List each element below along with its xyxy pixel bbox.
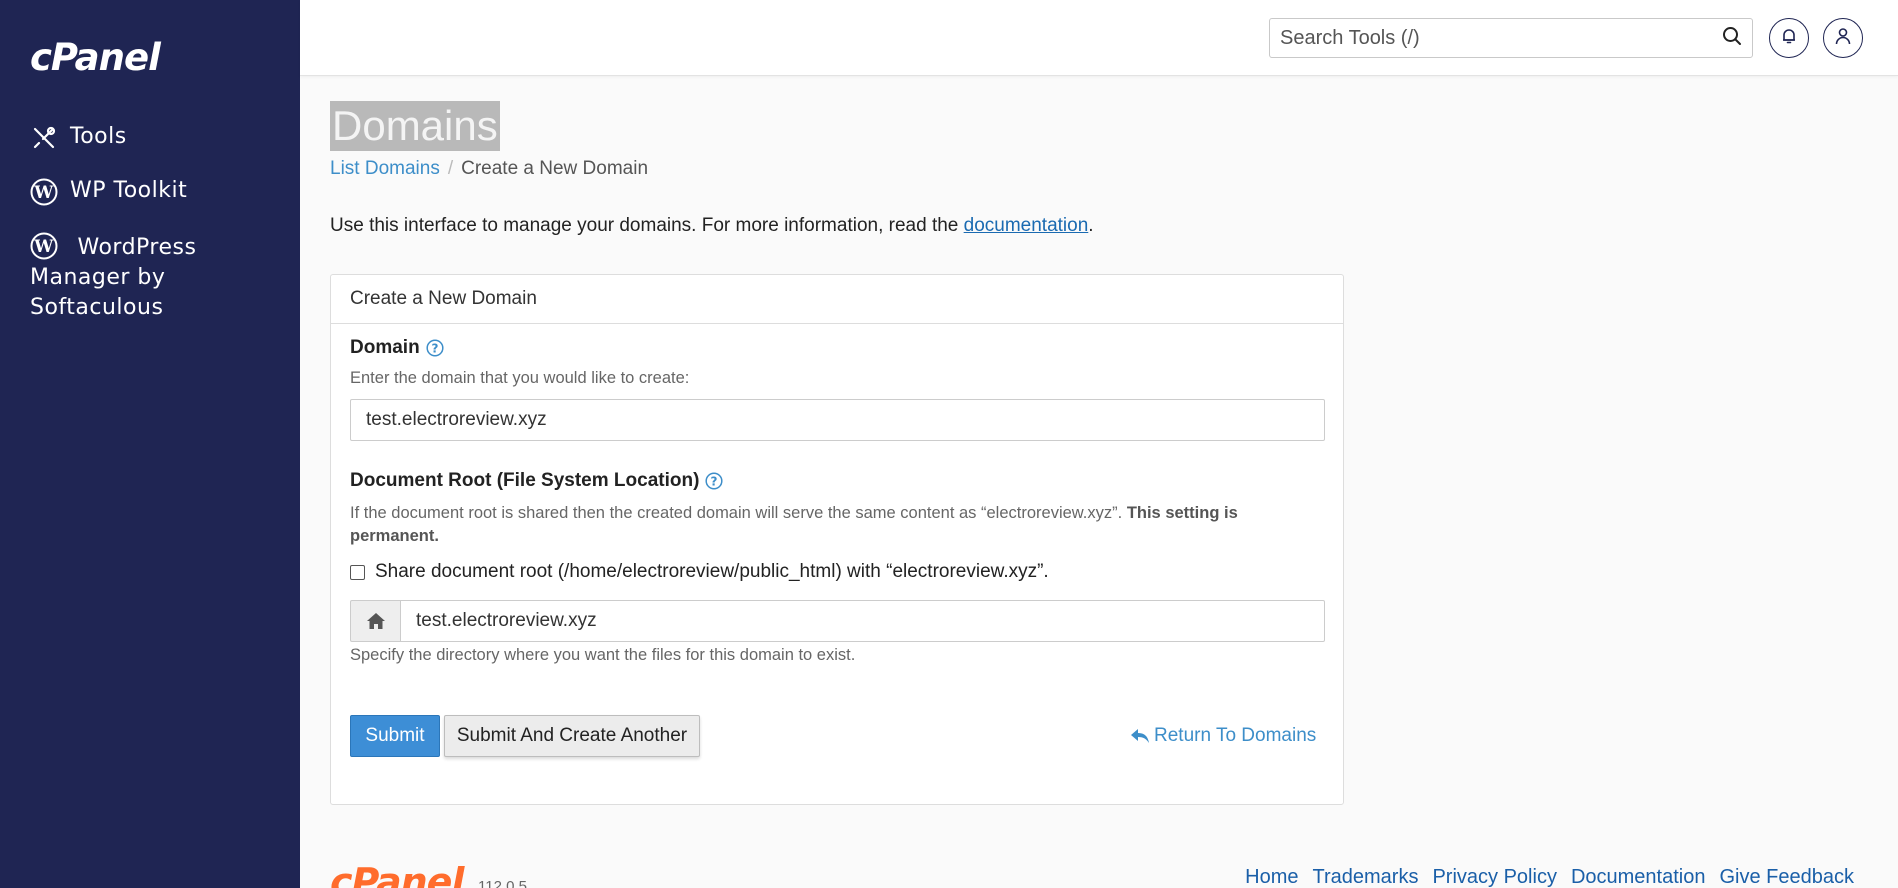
intro-description: Use this interface to manage your domain…: [330, 215, 964, 236]
document-root-label-text: Document Root (File System Location): [350, 470, 700, 491]
domain-label: Domain ?: [350, 337, 444, 359]
submit-and-create-another-button[interactable]: Submit And Create Another: [444, 715, 700, 757]
user-menu-button[interactable]: [1823, 18, 1863, 58]
footer-link-give-feedback[interactable]: Give Feedback: [1719, 866, 1854, 888]
footer-link-documentation[interactable]: Documentation: [1571, 866, 1706, 888]
document-root-input[interactable]: [400, 600, 1325, 642]
svg-text:?: ?: [711, 475, 718, 489]
search-input[interactable]: [1280, 26, 1722, 50]
bell-icon: [1780, 27, 1798, 49]
document-root-hint: If the document root is shared then the …: [350, 502, 1325, 548]
top-header: [300, 0, 1898, 76]
wordpress-icon: W: [30, 232, 58, 260]
svg-text:?: ?: [431, 342, 438, 356]
share-document-root-checkbox[interactable]: [350, 564, 365, 580]
footer-link-trademarks[interactable]: Trademarks: [1313, 866, 1419, 888]
documentation-link[interactable]: documentation: [964, 215, 1089, 236]
sidebar-item-label: Tools: [70, 124, 127, 149]
breadcrumb-list-domains-link[interactable]: List Domains: [330, 158, 440, 179]
intro-suffix: .: [1088, 215, 1094, 236]
return-to-domains-label: Return To Domains: [1154, 725, 1317, 746]
breadcrumb-separator: /: [447, 158, 454, 179]
notifications-button[interactable]: [1769, 18, 1809, 58]
search-icon[interactable]: [1722, 26, 1742, 50]
page-title: Domains: [330, 101, 500, 151]
reply-arrow-icon: [1130, 727, 1150, 745]
panel-heading: Create a New Domain: [331, 275, 1343, 324]
breadcrumb-current: Create a New Domain: [461, 158, 649, 179]
sidebar-item-wordpress-manager[interactable]: W WordPress Manager by Softaculous: [30, 232, 250, 323]
sidebar-item-label: WP Toolkit: [70, 178, 188, 203]
footer-cpanel-logo[interactable]: cPanel: [330, 862, 464, 888]
domain-input[interactable]: [350, 399, 1325, 441]
sidebar-item-wp-toolkit[interactable]: W WP Toolkit: [30, 178, 187, 206]
document-root-input-group: [350, 600, 1325, 642]
create-domain-panel: Create a New Domain Domain ? Enter the d…: [330, 274, 1344, 805]
share-document-root-label: Share document root (/home/electroreview…: [375, 561, 1049, 582]
footer-links: Home Trademarks Privacy Policy Documenta…: [1245, 866, 1854, 888]
tools-icon: [30, 124, 58, 152]
user-icon: [1834, 27, 1852, 49]
document-root-hint-text: If the document root is shared then the …: [350, 504, 1127, 522]
help-icon[interactable]: ?: [705, 472, 723, 490]
help-icon[interactable]: ?: [426, 339, 444, 357]
intro-text: Use this interface to manage your domain…: [330, 215, 1094, 237]
breadcrumb: List Domains / Create a New Domain: [330, 158, 648, 180]
document-root-help: Specify the directory where you want the…: [350, 646, 856, 664]
submit-button[interactable]: Submit: [350, 715, 440, 757]
return-to-domains-link[interactable]: Return To Domains: [1130, 725, 1316, 747]
svg-text:W: W: [33, 237, 54, 257]
domain-hint: Enter the domain that you would like to …: [350, 369, 690, 387]
wordpress-icon: W: [30, 178, 58, 206]
sidebar: cPanel Tools W WP Toolkit W WordPress Ma…: [0, 0, 300, 888]
domain-label-text: Domain: [350, 337, 420, 358]
footer-link-home[interactable]: Home: [1245, 866, 1298, 888]
footer-link-privacy-policy[interactable]: Privacy Policy: [1432, 866, 1556, 888]
sidebar-item-tools[interactable]: Tools: [30, 124, 127, 152]
cpanel-logo[interactable]: cPanel: [30, 36, 161, 79]
document-root-label: Document Root (File System Location) ?: [350, 470, 723, 492]
share-document-root-option[interactable]: Share document root (/home/electroreview…: [350, 561, 1049, 583]
search-box[interactable]: [1269, 18, 1753, 58]
footer-version: 112.0.5: [478, 878, 527, 888]
svg-text:W: W: [33, 183, 54, 203]
home-icon: [350, 600, 400, 642]
